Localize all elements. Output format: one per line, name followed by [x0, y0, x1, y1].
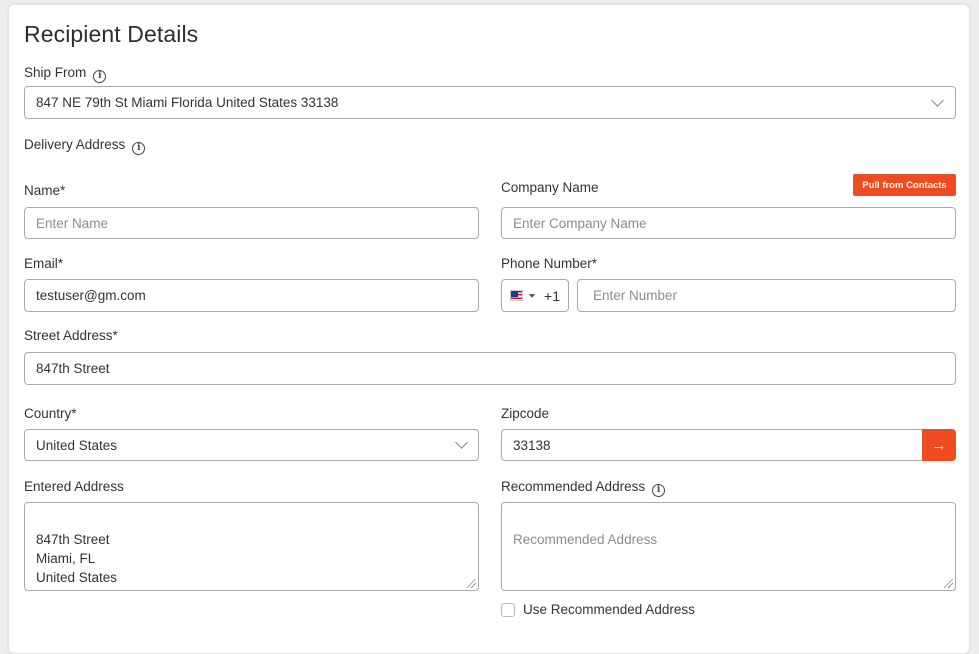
- arrow-right-icon: →: [931, 436, 947, 454]
- info-icon[interactable]: [652, 484, 666, 497]
- section-title: Recipient Details: [24, 21, 199, 47]
- ship-from-label-group: Ship From: [24, 65, 107, 83]
- country-code-value: +1: [544, 287, 560, 304]
- caret-down-icon: [529, 293, 536, 298]
- use-recommended-label[interactable]: Use Recommended Address: [523, 602, 695, 617]
- country-value: United States: [36, 437, 118, 453]
- street-address-label: Street Address*: [24, 328, 118, 343]
- recommended-address-textarea[interactable]: Recommended Address: [501, 502, 956, 591]
- email-input[interactable]: testuser@gm.com: [24, 279, 479, 312]
- resize-handle[interactable]: [944, 579, 953, 588]
- entered-address-value: 847th Street Miami, FL United States: [36, 532, 118, 585]
- delivery-address-label: Delivery Address: [24, 137, 126, 152]
- name-input[interactable]: [24, 207, 479, 239]
- street-address-value: 847th Street: [36, 361, 110, 376]
- entered-address-label: Entered Address: [24, 479, 124, 494]
- use-recommended-checkbox[interactable]: [501, 602, 515, 617]
- company-name-input[interactable]: [501, 207, 956, 239]
- resize-handle[interactable]: [467, 579, 476, 588]
- recommended-address-label-group: Recommended Address: [501, 479, 666, 497]
- chevron-down-icon: [931, 94, 944, 107]
- street-address-input[interactable]: 847th Street: [24, 352, 956, 385]
- country-label: Country*: [24, 406, 77, 421]
- info-icon[interactable]: [132, 142, 146, 155]
- zipcode-value: 33138: [513, 437, 551, 453]
- entered-address-textarea[interactable]: 847th Street Miami, FL United States: [24, 502, 479, 591]
- recommended-address-label: Recommended Address: [501, 479, 646, 494]
- ship-from-label: Ship From: [24, 65, 87, 80]
- phone-number-label: Phone Number*: [501, 256, 598, 271]
- country-code-select[interactable]: +1: [501, 279, 569, 312]
- recommended-address-placeholder: Recommended Address: [513, 532, 658, 547]
- country-select[interactable]: United States: [24, 429, 479, 461]
- zipcode-label: Zipcode: [501, 406, 550, 421]
- zipcode-submit-button[interactable]: →: [922, 429, 956, 461]
- chevron-down-icon: [455, 436, 468, 449]
- ship-from-select[interactable]: 847 NE 79th St Miami Florida United Stat…: [24, 86, 956, 119]
- info-icon[interactable]: [93, 70, 107, 83]
- use-recommended-row: Use Recommended Address: [501, 602, 695, 617]
- pull-from-contacts-button[interactable]: Pull from Contacts: [853, 174, 956, 196]
- delivery-address-label-group: Delivery Address: [24, 137, 146, 155]
- phone-number-input[interactable]: [577, 279, 956, 312]
- company-name-label: Company Name: [501, 180, 599, 195]
- us-flag-icon: [510, 290, 524, 301]
- zipcode-input[interactable]: 33138: [501, 429, 923, 461]
- email-value: testuser@gm.com: [36, 288, 146, 303]
- name-label: Name*: [24, 183, 66, 198]
- ship-from-value: 847 NE 79th St Miami Florida United Stat…: [36, 95, 339, 110]
- email-label: Email*: [24, 256, 64, 271]
- recipient-details-card: Recipient Details Ship From 847 NE 79th …: [8, 4, 970, 654]
